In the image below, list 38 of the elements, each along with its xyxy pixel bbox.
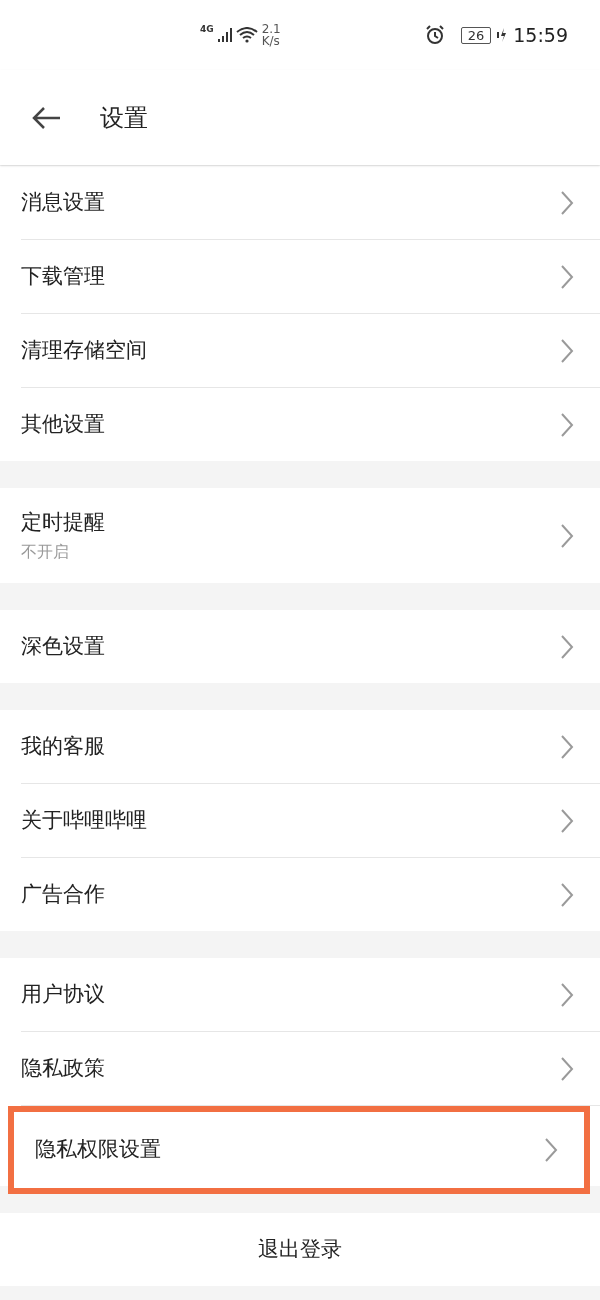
item-label: 隐私权限设置 xyxy=(35,1136,161,1164)
back-arrow-icon[interactable] xyxy=(32,105,62,130)
signal-icon xyxy=(217,28,232,42)
chevron-right-icon xyxy=(544,1137,558,1163)
settings-item[interactable]: 隐私权限设置 xyxy=(8,1106,590,1194)
battery-level: 26 xyxy=(460,26,492,44)
chevron-right-icon xyxy=(560,733,574,760)
clock-time: 15:59 xyxy=(513,22,568,48)
chevron-right-icon xyxy=(560,981,574,1008)
speed-value: 2.1 xyxy=(261,23,281,35)
chevron-right-icon xyxy=(560,807,574,834)
chevron-right-icon xyxy=(560,189,574,216)
page-title: 设置 xyxy=(100,102,148,134)
item-label: 其他设置 xyxy=(21,410,105,438)
charging-icon xyxy=(497,27,508,43)
logout-button[interactable]: 退出登录 xyxy=(0,1213,600,1286)
item-label: 下载管理 xyxy=(21,262,105,290)
chevron-right-icon xyxy=(560,263,574,290)
item-label: 深色设置 xyxy=(21,632,105,660)
alarm-icon xyxy=(424,25,445,45)
chevron-right-icon xyxy=(560,881,574,908)
item-subtitle: 不开启 xyxy=(21,541,70,564)
network-type: 4G xyxy=(200,23,214,37)
chevron-right-icon xyxy=(560,522,574,549)
speed-unit: K/s xyxy=(261,35,281,47)
chevron-right-icon xyxy=(560,1055,574,1082)
item-label: 消息设置 xyxy=(21,188,105,216)
item-label: 隐私政策 xyxy=(21,1054,105,1082)
wifi-icon xyxy=(235,27,258,43)
chevron-right-icon xyxy=(560,411,574,438)
item-label: 我的客服 xyxy=(21,732,105,760)
item-label: 定时提醒 xyxy=(21,508,105,536)
chevron-right-icon xyxy=(560,337,574,364)
chevron-right-icon xyxy=(560,633,574,660)
item-label: 用户协议 xyxy=(21,980,105,1008)
item-label: 关于哔哩哔哩 xyxy=(21,806,147,834)
item-label: 广告合作 xyxy=(21,880,105,908)
item-label: 清理存储空间 xyxy=(21,336,147,364)
